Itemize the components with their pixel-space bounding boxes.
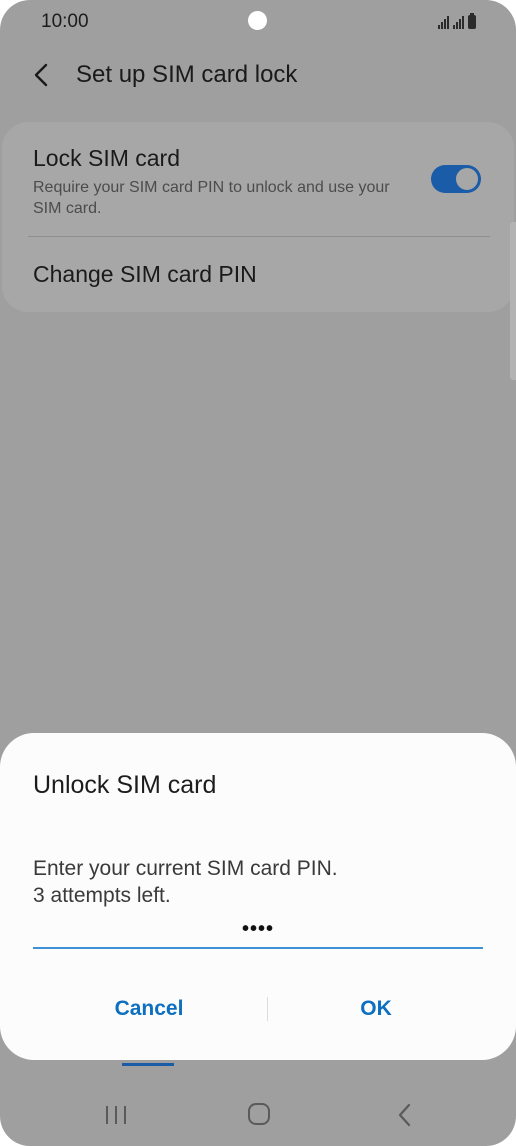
scroll-indicator	[510, 222, 516, 380]
lock-sim-card-row[interactable]: Lock SIM card Require your SIM card PIN …	[2, 122, 514, 236]
home-icon	[248, 1103, 270, 1125]
status-bar: 10:00	[0, 0, 516, 44]
back-icon	[398, 1103, 411, 1127]
signal-icon	[438, 15, 449, 29]
page-title: Set up SIM card lock	[76, 61, 298, 88]
status-icons	[438, 13, 476, 29]
lock-sim-card-description: Require your SIM card PIN to unlock and …	[33, 179, 390, 217]
phone-screen: 10:00 Set up SIM card lock Lock SIM card…	[0, 0, 516, 1146]
battery-icon	[468, 13, 476, 29]
unlock-sim-card-dialog: Unlock SIM card Enter your current SIM c…	[0, 733, 516, 1060]
button-divider	[267, 997, 268, 1021]
dialog-message-line-1: Enter your current SIM card PIN.	[33, 857, 338, 880]
dialog-buttons: Cancel OK	[0, 989, 516, 1029]
recents-icon	[106, 1106, 126, 1124]
toggle-knob	[454, 166, 480, 192]
front-camera	[248, 11, 267, 30]
cancel-button[interactable]: Cancel	[49, 989, 249, 1029]
lock-sim-card-title: Lock SIM card	[33, 145, 180, 171]
nav-back-button[interactable]	[394, 1102, 416, 1128]
dialog-title: Unlock SIM card	[33, 771, 217, 799]
dialog-message-line-2: 3 attempts left.	[33, 884, 171, 907]
card-divider	[28, 236, 490, 237]
app-bar: Set up SIM card lock	[0, 52, 516, 98]
ok-button[interactable]: OK	[276, 989, 476, 1029]
background-tab-indicator	[122, 1063, 174, 1066]
back-button[interactable]	[26, 56, 60, 94]
navigation-bar	[0, 1086, 516, 1146]
pin-input[interactable]	[33, 911, 483, 949]
lock-sim-card-toggle[interactable]	[431, 165, 481, 193]
change-sim-card-pin-title: Change SIM card PIN	[33, 261, 257, 287]
status-time: 10:00	[41, 11, 89, 32]
signal-icon-2	[453, 15, 464, 29]
change-sim-card-pin-row[interactable]: Change SIM card PIN	[2, 240, 514, 310]
chevron-left-icon	[34, 63, 48, 87]
recents-button[interactable]	[103, 1104, 129, 1126]
dialog-message: Enter your current SIM card PIN. 3 attem…	[33, 855, 473, 909]
home-button[interactable]	[247, 1102, 271, 1126]
settings-card: Lock SIM card Require your SIM card PIN …	[2, 122, 514, 312]
